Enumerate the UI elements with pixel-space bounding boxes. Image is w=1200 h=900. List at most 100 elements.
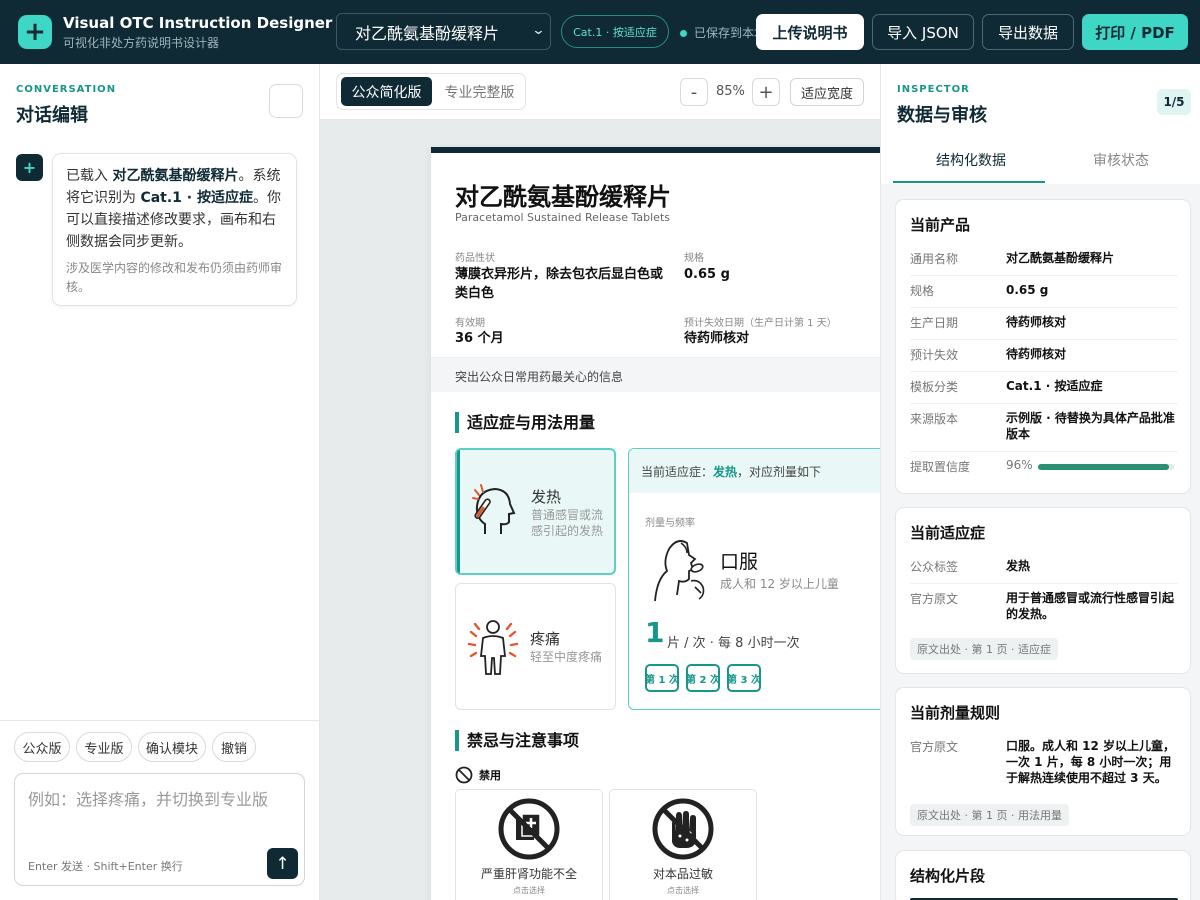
dose-panel: 当前适应症：发热，对应剂量如下 剂量与频率 口服 成人和 12 岁以上儿童 1 … xyxy=(628,448,880,710)
drug-name-en[interactable]: Paracetamol Sustained Release Tablets xyxy=(455,211,670,224)
product-row: 通用名称 对乙酰氨基酚缓释片 xyxy=(910,250,1178,276)
oral-intake-icon xyxy=(654,540,705,602)
dose-label: 剂量与频率 xyxy=(645,518,695,529)
instruction-page: 对乙酰氨基酚缓释片 Paracetamol Sustained Release … xyxy=(431,147,880,900)
inspector-pager[interactable]: 1/5 xyxy=(1157,89,1191,115)
zoom-in-button[interactable]: + xyxy=(752,78,780,106)
no-organ-icon xyxy=(498,798,560,860)
indication-card-fever[interactable]: 发热 普通感冒或流感引起的发热 xyxy=(455,448,616,575)
confidence-bar-fill xyxy=(1038,464,1169,470)
dose-route-sub: 成人和 12 岁以上儿童 xyxy=(720,577,839,591)
contraindication-title-allergy: 对本品过敏 xyxy=(652,867,713,881)
chip-public[interactable]: 公众版 xyxy=(14,732,70,762)
inspector-header: INSPECTOR 数据与审核 1/5 结构化数据 审核状态 xyxy=(881,64,1200,184)
app-subtitle: 可视化非处方药说明书设计器 xyxy=(63,36,220,50)
pain-body-icon xyxy=(467,620,519,675)
field-value-shelf-life[interactable]: 36 个月 xyxy=(455,329,504,348)
field-value-appearance[interactable]: 薄膜衣异形片，除去包衣后显白色或类白色 xyxy=(455,265,667,303)
indication-desc-pain: 轻至中度疼痛 xyxy=(530,650,603,664)
indication-desc-fever: 普通感冒或流感引起的发热 xyxy=(531,508,604,538)
conversation-title: 对话编辑 xyxy=(16,105,88,126)
tab-public-version[interactable]: 公众简化版 xyxy=(341,77,432,106)
selected-accent xyxy=(457,450,460,573)
section-title-indications: 适应症与用法用量 xyxy=(455,412,595,433)
contraindication-card-organ[interactable]: 严重肝肾功能不全 点击选择 xyxy=(455,789,603,900)
inspector-title: 数据与审核 xyxy=(897,105,987,126)
confidence-label: 提取置信度 xyxy=(910,460,971,474)
product-row: 来源版本 示例版 · 待替换为具体产品批准版本 xyxy=(910,410,1178,452)
top-bar: + Visual OTC Instruction Designer 可视化非处方… xyxy=(0,0,1200,64)
source-pill-dose[interactable]: 原文出处 · 第 1 页 · 用法用量 xyxy=(910,804,1069,826)
print-pdf-button[interactable]: 打印 / PDF xyxy=(1082,14,1188,50)
dose-header: 当前适应症：发热，对应剂量如下 xyxy=(629,449,880,493)
contraindication-sub-allergy: 点击选择 xyxy=(667,886,699,895)
export-data-button[interactable]: 导出数据 xyxy=(982,14,1074,50)
fever-head-icon xyxy=(472,484,516,534)
app-title: Visual OTC Instruction Designer xyxy=(63,14,333,32)
zoom-value: 85% xyxy=(716,84,745,99)
app-logo-icon: + xyxy=(18,15,52,49)
dose-amount: 1 xyxy=(645,616,665,649)
save-status: 已保存到本地 xyxy=(680,24,758,41)
dose-rule-row: 官方原文 口服。成人和 12 岁以上儿童，一次 1 片，每 8 小时一次；用于解热… xyxy=(910,739,1176,785)
confidence-bar xyxy=(1038,464,1174,470)
save-status-text: 已保存到本地 xyxy=(694,26,758,40)
dose-time-3: 第 3 次 xyxy=(727,664,761,692)
contraindication-card-allergy[interactable]: 对本品过敏 点击选择 xyxy=(609,789,757,900)
canvas-toolbar: 公众简化版 专业完整版 - 85% + 适应宽度 xyxy=(320,64,880,120)
section-title-contraindications: 禁忌与注意事项 xyxy=(455,730,579,751)
product-select-value: 对乙酰氨基酚缓释片 xyxy=(355,23,500,43)
forbidden-label-text: 禁用 xyxy=(479,769,501,782)
chip-undo[interactable]: 撤销 xyxy=(212,732,256,762)
source-pill-indication[interactable]: 原文出处 · 第 1 页 · 适应症 xyxy=(910,638,1058,660)
field-value-spec[interactable]: 0.65 g xyxy=(684,265,730,284)
message-input[interactable]: 例如：选择疼痛，并切换到专业版 Enter 发送 · Shift+Enter 换… xyxy=(14,773,305,886)
indication-card: 当前适应症 公众标签 发热 官方原文 用于普通感冒或流行性感冒引起的发热。 原文出处… xyxy=(895,507,1191,674)
dose-route: 口服 xyxy=(720,551,759,573)
confidence-row: 提取置信度 96% xyxy=(910,458,1178,480)
dose-time-2: 第 2 次 xyxy=(686,664,720,692)
tab-structured-data[interactable]: 结构化数据 xyxy=(936,150,1006,170)
arrow-up-icon: ↑ xyxy=(275,853,290,874)
contraindication-sub-organ: 点击选择 xyxy=(513,886,545,895)
segment-card: 结构化片段 xyxy=(895,850,1191,900)
conversation-eyebrow: CONVERSATION xyxy=(16,84,117,95)
conversation-panel: CONVERSATION 对话编辑 + 已载入 对乙酰氨基酚缓释片。系统将它识别… xyxy=(0,64,320,900)
active-tab-indicator xyxy=(893,181,1045,183)
chip-confirm-module[interactable]: 确认模块 xyxy=(138,732,206,762)
canvas-area: 公众简化版 专业完整版 - 85% + 适应宽度 对乙酰氨基酚缓释片 Parac… xyxy=(320,64,880,900)
forbidden-label: 禁用 xyxy=(455,766,501,784)
indication-title-fever: 发热 xyxy=(531,488,562,506)
chevron-down-icon: ⌄ xyxy=(531,23,546,38)
no-allergy-icon xyxy=(652,798,714,860)
indication-card-pain[interactable]: 疼痛 轻至中度疼痛 xyxy=(455,583,616,710)
message-input-placeholder: 例如：选择疼痛，并切换到专业版 xyxy=(28,790,269,809)
zoom-out-button[interactable]: - xyxy=(680,78,708,106)
product-select[interactable]: 对乙酰氨基酚缓释片 ⌄ xyxy=(336,13,551,50)
product-row: 生产日期 待药师核对 xyxy=(910,314,1178,340)
segment-card-title: 结构化片段 xyxy=(910,867,986,885)
field-value-expiry[interactable]: 待药师核对 xyxy=(684,329,749,348)
tab-pro-version[interactable]: 专业完整版 xyxy=(436,77,523,106)
field-label-appearance: 药品性状 xyxy=(455,253,495,264)
field-label-expiry: 预计失效日期（生产日计第 1 天） xyxy=(684,318,837,329)
dose-frequency: 片 / 次 · 每 8 小时一次 xyxy=(667,636,800,651)
confidence-value: 96% xyxy=(1006,458,1033,472)
indication-row: 公众标签 发热 xyxy=(910,558,1178,584)
tab-review-status[interactable]: 审核状态 xyxy=(1093,150,1149,170)
product-row: 预计失效 待药师核对 xyxy=(910,346,1178,372)
message-input-hint: Enter 发送 · Shift+Enter 换行 xyxy=(28,860,183,873)
upload-button[interactable]: 上传说明书 xyxy=(756,14,864,50)
send-button[interactable]: ↑ xyxy=(267,848,298,879)
chip-pro[interactable]: 专业版 xyxy=(76,732,132,762)
status-dot-icon xyxy=(680,30,687,37)
new-chat-button[interactable] xyxy=(269,84,303,118)
product-row: 模板分类 Cat.1 · 按适应症 xyxy=(910,378,1178,404)
fit-width-button[interactable]: 适应宽度 xyxy=(790,78,864,106)
drug-name-cn[interactable]: 对乙酰氨基酚缓释片 xyxy=(455,177,671,212)
assistant-avatar-icon: + xyxy=(16,154,43,181)
import-json-button[interactable]: 导入 JSON xyxy=(872,14,974,50)
field-label-spec: 规格 xyxy=(684,253,704,264)
inspector-panel: INSPECTOR 数据与审核 1/5 结构化数据 审核状态 当前产品 通用名称… xyxy=(880,64,1200,900)
dose-time-1: 第 1 次 xyxy=(645,664,679,692)
